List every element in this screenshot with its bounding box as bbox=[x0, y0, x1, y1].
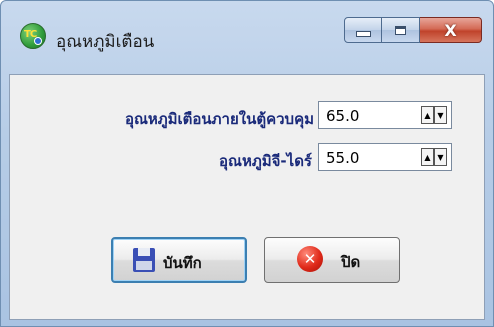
app-icon-dot bbox=[34, 37, 42, 45]
floppy-disk-icon bbox=[133, 248, 155, 272]
window-title: อุณหภูมิเตือน bbox=[56, 32, 155, 52]
minimize-button[interactable] bbox=[344, 17, 382, 43]
save-button[interactable]: บันทึก bbox=[111, 237, 247, 283]
app-icon: TC bbox=[20, 23, 46, 49]
dialog-body: อุณหภูมิเตือนภายในตู้ควบคุม 65.0 ▲ ▼ อุณ… bbox=[9, 74, 485, 320]
close-icon: X bbox=[444, 20, 457, 40]
spin-down-icon[interactable]: ▼ bbox=[434, 148, 447, 166]
spin-down-icon[interactable]: ▼ bbox=[434, 106, 447, 124]
gdrive-temp-value[interactable]: 55.0 bbox=[326, 149, 359, 167]
close-button[interactable]: ✕ ปิด bbox=[264, 237, 400, 283]
cabinet-temp-label: อุณหภูมิเตือนภายในตู้ควบคุม bbox=[124, 110, 314, 128]
cabinet-temp-spinner[interactable]: 65.0 ▲ ▼ bbox=[318, 101, 452, 129]
close-window-button[interactable]: X bbox=[420, 17, 482, 43]
gdrive-temp-label: อุณหภูมิจี-ไดร์ bbox=[219, 152, 312, 170]
close-circle-icon: ✕ bbox=[297, 246, 323, 272]
gdrive-temp-spin-buttons: ▲ ▼ bbox=[421, 148, 447, 166]
gdrive-temp-spinner[interactable]: 55.0 ▲ ▼ bbox=[318, 143, 452, 171]
maximize-icon bbox=[395, 25, 406, 35]
title-bar[interactable]: TC อุณหภูมิเตือน X bbox=[1, 1, 493, 75]
cabinet-temp-spin-buttons: ▲ ▼ bbox=[421, 106, 447, 124]
spin-up-icon[interactable]: ▲ bbox=[421, 148, 434, 166]
dialog-window: TC อุณหภูมิเตือน X อุณหภูมิเตือนภายในตู้… bbox=[0, 0, 494, 327]
spin-up-icon[interactable]: ▲ bbox=[421, 106, 434, 124]
window-controls: X bbox=[344, 17, 482, 43]
close-button-label: ปิด bbox=[341, 253, 361, 271]
minimize-icon bbox=[355, 31, 371, 37]
save-button-label: บันทึก bbox=[163, 254, 202, 272]
cabinet-temp-value[interactable]: 65.0 bbox=[326, 107, 359, 125]
maximize-button[interactable] bbox=[382, 17, 420, 43]
